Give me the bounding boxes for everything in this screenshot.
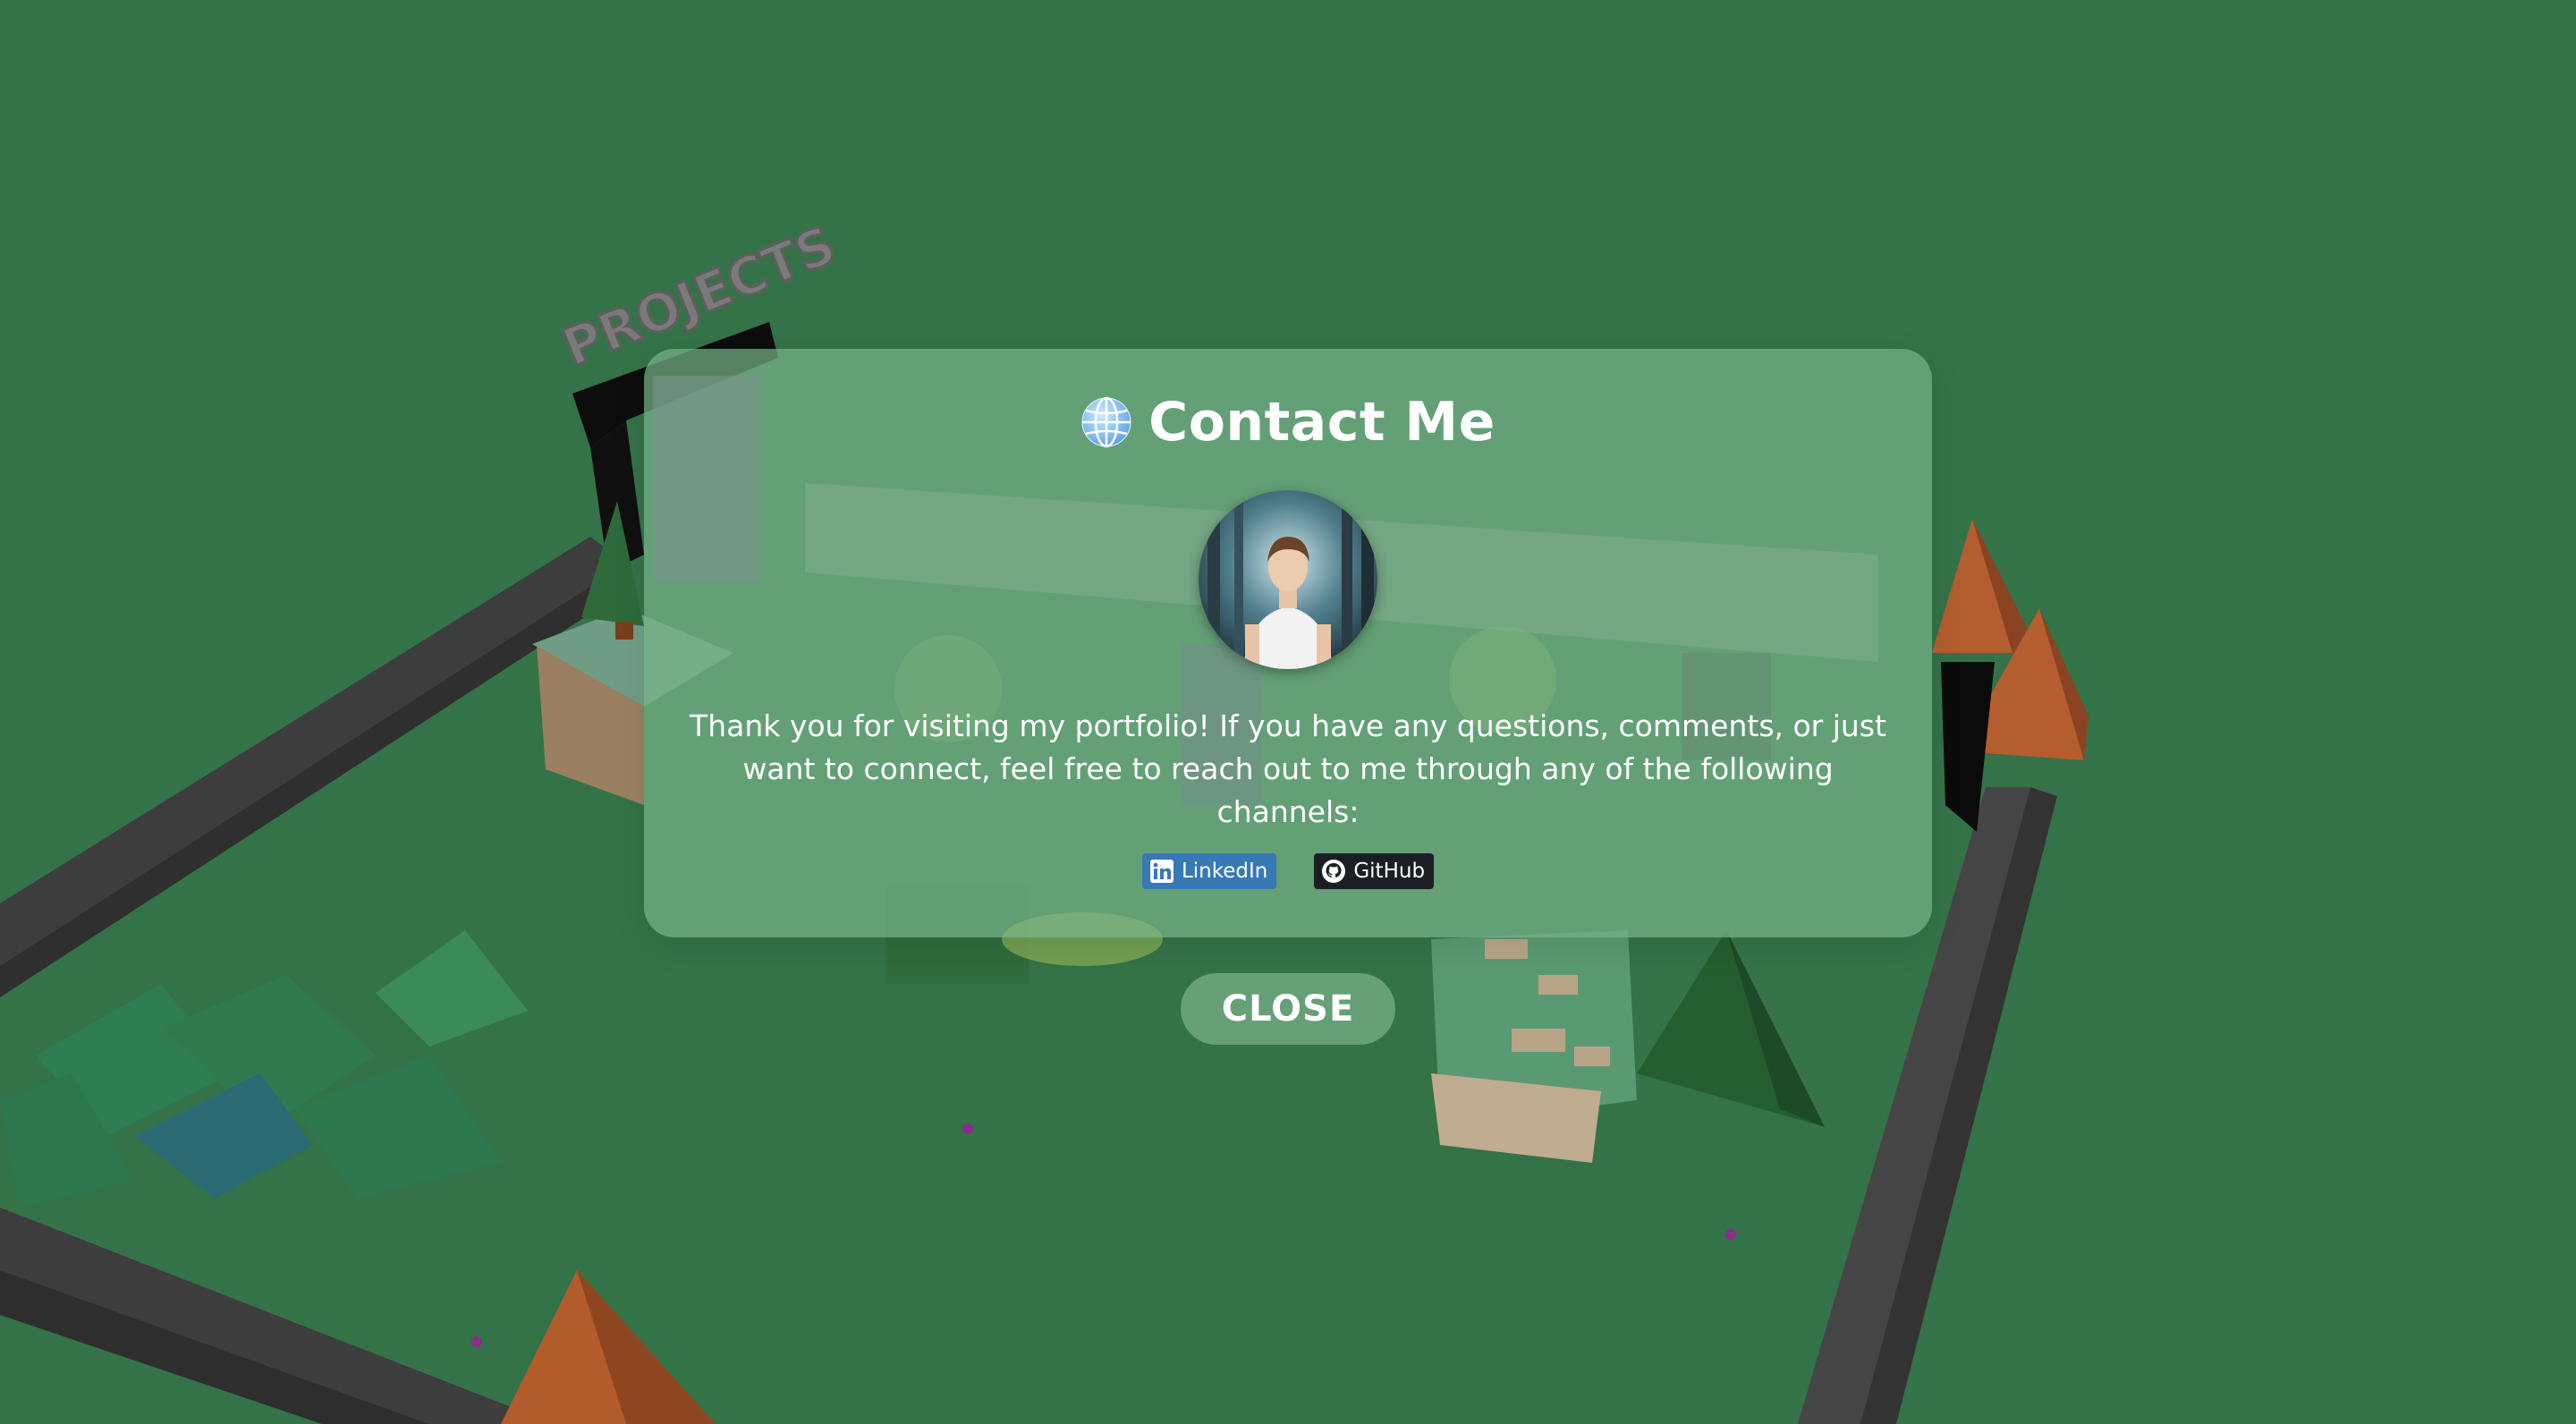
modal-header: Contact Me: [644, 386, 1932, 458]
github-link[interactable]: GitHub: [1314, 853, 1435, 889]
linkedin-icon: [1149, 859, 1174, 884]
avatar: [1199, 490, 1377, 669]
github-label: GitHub: [1353, 860, 1426, 883]
globe-icon: [1080, 396, 1132, 448]
contact-message: Thank you for visiting my portfolio! If …: [690, 708, 1886, 829]
social-links: LinkedIn GitHub: [644, 853, 1932, 889]
modal-title: Contact Me: [1148, 391, 1496, 453]
close-button[interactable]: CLOSE: [1181, 973, 1395, 1045]
github-icon: [1321, 859, 1346, 884]
linkedin-label: LinkedIn: [1181, 860, 1268, 883]
contact-modal: Contact Me Thank you for visiting my por…: [644, 349, 1932, 937]
linkedin-link[interactable]: LinkedIn: [1141, 853, 1277, 889]
